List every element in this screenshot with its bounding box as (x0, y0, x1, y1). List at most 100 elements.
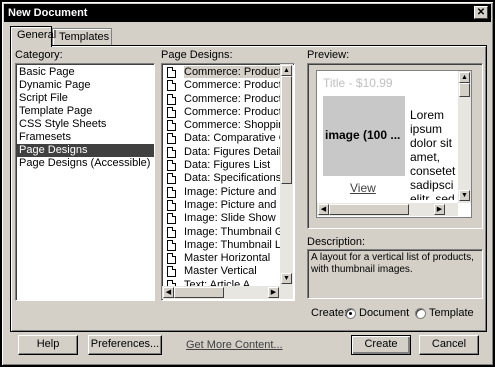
document-icon (167, 146, 176, 158)
description-label: Description: (307, 236, 366, 248)
cancel-button[interactable]: Cancel (419, 335, 479, 355)
document-icon (167, 120, 176, 132)
category-item[interactable]: Template Page (16, 105, 154, 118)
preview-product-title: Title - $10.99 (323, 76, 393, 90)
category-item[interactable]: Page Designs (16, 144, 154, 157)
dialog-title: New Document (8, 7, 88, 19)
scroll-left-icon[interactable]: ◀ (163, 287, 174, 298)
preview-scroll-down-icon[interactable]: ▼ (459, 190, 470, 201)
document-icon (167, 133, 176, 145)
design-list-item[interactable]: Commerce: Product Cat (162, 66, 280, 79)
preview-frame: Title - $10.99 image (100 ... View Lorem… (316, 70, 472, 218)
page-designs-label: Page Designs: (161, 49, 233, 61)
create-template-label[interactable]: Template (429, 307, 474, 320)
page-designs-list[interactable]: Commerce: Product CatCommerce: Product C… (161, 63, 295, 301)
design-list-item[interactable]: Image: Thumbnail Grid (162, 226, 280, 239)
design-item-label: Commerce: Product Det (184, 92, 280, 105)
preview-hscroll-thumb[interactable] (329, 204, 409, 215)
design-item-label: Image: Thumbnail Grid (184, 225, 280, 238)
get-more-content-link[interactable]: Get More Content... (186, 339, 283, 352)
create-label: Create: (311, 307, 348, 319)
category-item[interactable]: Framesets (16, 131, 154, 144)
preview-body-line: dolor sit (410, 136, 453, 150)
create-document-radio[interactable] (345, 308, 356, 319)
preview-scroll-left-icon[interactable]: ◀ (318, 204, 329, 215)
design-list-item[interactable]: Image: Picture and Desc (162, 199, 280, 212)
document-icon (167, 67, 176, 78)
design-list-item[interactable]: Commerce: Product Det (162, 93, 280, 106)
design-item-label: Commerce: Product Cat (184, 66, 280, 78)
document-icon (167, 199, 176, 211)
design-list-item[interactable]: Commerce: Product Cat (162, 79, 280, 92)
designs-hscroll-thumb[interactable] (174, 287, 224, 298)
preview-content: Title - $10.99 image (100 ... View Lorem… (320, 74, 457, 200)
document-icon (167, 173, 176, 185)
category-item[interactable]: Basic Page (16, 66, 154, 79)
general-tab-panel: Category: Basic Page Dynamic Page Script F… (10, 45, 487, 332)
preview-label: Preview: (307, 49, 350, 61)
design-item-label: Commerce: Product Cat (184, 79, 280, 92)
design-list-item[interactable]: Image: Thumbnail List (162, 239, 280, 252)
help-button[interactable]: Help (18, 335, 78, 355)
tab-templates[interactable]: Templates (52, 28, 112, 46)
preview-view-link: View (350, 181, 376, 195)
design-list-item[interactable]: Data: Comparative Grid (162, 132, 280, 145)
designs-scroll-thumb[interactable] (281, 76, 292, 184)
document-icon (167, 266, 176, 278)
design-list-item[interactable]: Image: Picture and Desc (162, 186, 280, 199)
design-item-label: Master Vertical (184, 265, 257, 278)
scroll-right-icon[interactable]: ▶ (268, 287, 279, 298)
design-item-label: Commerce: Product Det (184, 105, 280, 118)
document-icon (167, 239, 176, 251)
category-item[interactable]: Script File (16, 92, 154, 105)
create-document-label[interactable]: Document (359, 307, 409, 320)
preview-scroll-thumb[interactable] (459, 83, 470, 97)
preview-scroll-right-icon[interactable]: ▶ (434, 204, 445, 215)
create-template-radio[interactable] (415, 308, 426, 319)
document-icon (167, 80, 176, 92)
design-list-item[interactable]: Commerce: Product Det (162, 106, 280, 119)
preview-horizontal-scrollbar[interactable]: ◀ ▶ (317, 203, 458, 216)
designs-horizontal-scrollbar[interactable]: ◀ ▶ (162, 286, 293, 299)
document-icon (167, 160, 176, 172)
preview-body-line: ipsum (410, 122, 443, 136)
preview-image-placeholder: image (100 ... (323, 96, 405, 176)
design-item-label: Image: Slide Show (184, 212, 276, 225)
preview-body-line: amet, (410, 150, 441, 164)
preview-body-line: elitr, sed (410, 192, 455, 200)
design-item-label: Data: Figures List (184, 159, 271, 172)
design-list-item[interactable]: Data: Figures List (162, 159, 280, 172)
category-item[interactable]: CSS Style Sheets (16, 118, 154, 131)
design-item-label: Image: Thumbnail List (184, 238, 280, 251)
preview-vertical-scrollbar[interactable]: ▲ ▼ (458, 71, 471, 203)
designs-vertical-scrollbar[interactable]: ▲ ▼ (280, 64, 293, 286)
scroll-down-icon[interactable]: ▼ (281, 273, 292, 284)
preview-body-line: sadipsci (410, 178, 454, 192)
scroll-up-icon[interactable]: ▲ (281, 65, 292, 76)
new-document-dialog: New Document ✕ General Templates Categor… (0, 0, 495, 367)
document-icon (167, 226, 176, 238)
design-item-label: Image: Picture and Desc (184, 198, 280, 211)
design-item-label: Data: Comparative Grid (184, 132, 280, 145)
description-box: A layout for a vertical list of products… (307, 249, 483, 299)
close-icon[interactable]: ✕ (474, 6, 488, 19)
design-item-label: Commerce: Shopping Ca (184, 119, 280, 132)
preferences-button[interactable]: Preferences... (88, 335, 162, 355)
design-list-item[interactable]: Data: Specifications (162, 172, 280, 185)
title-bar[interactable]: New Document ✕ (4, 4, 491, 22)
document-icon (167, 93, 176, 105)
design-list-item[interactable]: Master Horizontal (162, 252, 280, 265)
design-list-item[interactable]: Commerce: Shopping Ca (162, 119, 280, 132)
design-list-item[interactable]: Master Vertical (162, 265, 280, 278)
preview-image-text: image (100 ... (325, 128, 401, 142)
design-item-label: Data: Specifications (184, 172, 280, 185)
tab-general[interactable]: General (10, 26, 56, 47)
design-list-item[interactable]: Image: Slide Show (162, 212, 280, 225)
preview-scroll-up-icon[interactable]: ▲ (459, 72, 470, 83)
create-button[interactable]: Create (351, 335, 411, 355)
category-item[interactable]: Dynamic Page (16, 79, 154, 92)
design-list-item[interactable]: Data: Figures Detail (162, 146, 280, 159)
category-item[interactable]: Page Designs (Accessible) (16, 157, 154, 170)
design-item-label: Image: Picture and Desc (184, 185, 280, 198)
category-list[interactable]: Basic Page Dynamic Page Script File Templat… (15, 63, 155, 301)
